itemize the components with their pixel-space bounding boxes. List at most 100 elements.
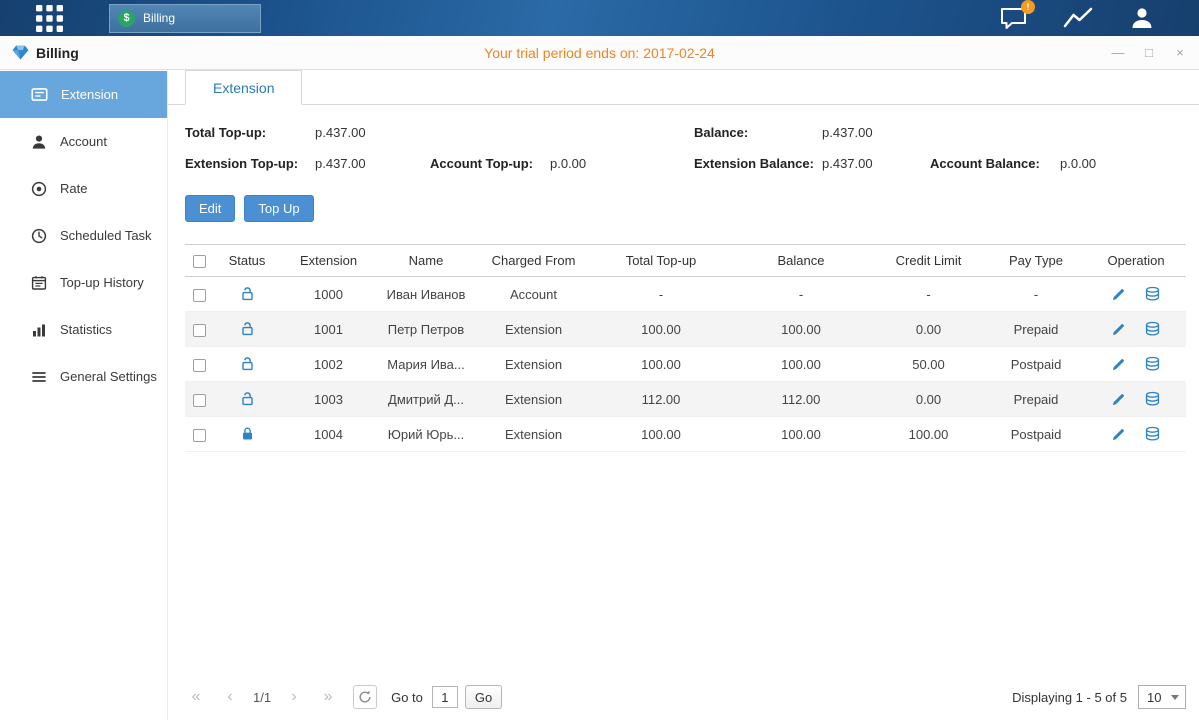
refresh-button[interactable]: [353, 685, 377, 709]
apps-grid-icon[interactable]: [36, 5, 63, 32]
sidebar-item-label: Top-up History: [60, 275, 144, 290]
main-panel: Extension Total Top-up: p.437.00 Balance…: [168, 70, 1199, 720]
goto-page-input[interactable]: [432, 686, 458, 708]
edit-icon[interactable]: [1111, 286, 1126, 302]
edit-icon[interactable]: [1111, 356, 1126, 372]
topup-icon[interactable]: [1144, 426, 1161, 443]
sidebar-item-label: Extension: [61, 87, 118, 102]
account-topup-label: Account Top-up:: [430, 156, 533, 171]
balance-summary: Total Top-up: p.437.00 Balance: p.437.00…: [185, 117, 1186, 195]
lock-open-icon[interactable]: [240, 391, 255, 406]
pay-type-cell: -: [986, 277, 1086, 312]
name-cell: Мария Ива...: [376, 347, 476, 382]
charged-from-cell: Extension: [476, 417, 591, 452]
topup-icon[interactable]: [1144, 391, 1161, 408]
edit-icon[interactable]: [1111, 321, 1126, 337]
pagination-bar: « ‹ 1/1 › » Go to Go Displaying 1 - 5 of…: [185, 684, 1186, 710]
notification-badge: !: [1021, 0, 1035, 14]
credit-limit-cell: 50.00: [871, 347, 986, 382]
topup-button[interactable]: Top Up: [244, 195, 313, 222]
maximize-button[interactable]: □: [1142, 45, 1156, 60]
topup-icon[interactable]: [1144, 286, 1161, 303]
lock-closed-icon[interactable]: [240, 426, 255, 441]
account-icon: [31, 134, 47, 150]
close-button[interactable]: ×: [1173, 45, 1187, 60]
topup-icon[interactable]: [1144, 321, 1161, 338]
credit-limit-cell: 100.00: [871, 417, 986, 452]
clock-icon: [31, 228, 47, 244]
edit-button[interactable]: Edit: [185, 195, 235, 222]
lock-open-icon[interactable]: [240, 356, 255, 371]
edit-icon[interactable]: [1111, 426, 1126, 442]
tabstrip: Extension: [168, 70, 1199, 105]
edit-icon[interactable]: [1111, 391, 1126, 407]
lock-open-icon[interactable]: [240, 286, 255, 301]
sidebar-item-scheduled-task[interactable]: Scheduled Task: [0, 212, 167, 259]
reports-chart-icon[interactable]: [1063, 6, 1093, 30]
row-checkbox[interactable]: [193, 359, 206, 372]
table-row: 1001Петр ПетровExtension100.00100.000.00…: [185, 312, 1186, 347]
last-page-button[interactable]: »: [317, 688, 339, 706]
page-size-select[interactable]: 10: [1138, 685, 1186, 709]
sidebar-item-statistics[interactable]: Statistics: [0, 306, 167, 353]
col-balance: Balance: [731, 245, 871, 277]
billing-gem-icon: [12, 45, 29, 60]
credit-limit-cell: -: [871, 277, 986, 312]
user-account-icon[interactable]: [1129, 5, 1155, 31]
topup-icon[interactable]: [1144, 356, 1161, 373]
charged-from-cell: Extension: [476, 382, 591, 417]
credit-limit-cell: 0.00: [871, 312, 986, 347]
sidebar: Extension Account Rate Scheduled Task To…: [0, 70, 168, 720]
tab-extension[interactable]: Extension: [185, 70, 302, 105]
balance-cell: -: [731, 277, 871, 312]
sidebar-item-topup-history[interactable]: Top-up History: [0, 259, 167, 306]
account-balance-value: p.0.00: [1060, 156, 1096, 171]
charged-from-cell: Account: [476, 277, 591, 312]
extension-topup-label: Extension Top-up:: [185, 156, 298, 171]
trial-notice: Your trial period ends on: 2017-02-24: [0, 45, 1199, 61]
col-operation: Operation: [1086, 245, 1186, 277]
topbar: $ Billing !: [0, 0, 1199, 36]
app-shell: Extension Account Rate Scheduled Task To…: [0, 70, 1199, 720]
app-title-text: Billing: [36, 45, 79, 61]
sidebar-item-extension[interactable]: Extension: [0, 71, 167, 118]
messages-icon[interactable]: !: [1000, 7, 1027, 30]
select-all-checkbox[interactable]: [193, 255, 206, 268]
extension-cell: 1000: [281, 277, 376, 312]
dollar-icon: $: [118, 10, 135, 27]
first-page-button[interactable]: «: [185, 688, 207, 706]
row-checkbox[interactable]: [193, 394, 206, 407]
name-cell: Иван Иванов: [376, 277, 476, 312]
chevron-down-icon: [1171, 695, 1179, 700]
account-balance-label: Account Balance:: [930, 156, 1040, 171]
lock-open-icon[interactable]: [240, 321, 255, 336]
col-total-topup: Total Top-up: [591, 245, 731, 277]
col-extension: Extension: [281, 245, 376, 277]
extension-cell: 1003: [281, 382, 376, 417]
page-indicator: 1/1: [253, 690, 271, 705]
prev-page-button[interactable]: ‹: [219, 688, 241, 706]
go-button[interactable]: Go: [465, 685, 502, 709]
topbar-billing-tab-label: Billing: [143, 11, 175, 25]
row-checkbox[interactable]: [193, 324, 206, 337]
minimize-button[interactable]: —: [1111, 45, 1125, 60]
balance-cell: 100.00: [731, 347, 871, 382]
account-topup-value: p.0.00: [550, 156, 586, 171]
window-titlebar: Billing Your trial period ends on: 2017-…: [0, 36, 1199, 70]
sidebar-item-general-settings[interactable]: General Settings: [0, 353, 167, 400]
sidebar-item-label: General Settings: [60, 369, 157, 384]
row-checkbox[interactable]: [193, 289, 206, 302]
extension-table-body: 1000Иван ИвановAccount----1001Петр Петро…: [185, 277, 1186, 452]
pay-type-cell: Postpaid: [986, 347, 1086, 382]
next-page-button[interactable]: ›: [283, 688, 305, 706]
rate-icon: [31, 181, 47, 197]
topbar-billing-tab[interactable]: $ Billing: [109, 4, 261, 33]
app-title: Billing: [12, 45, 79, 61]
balance-value: p.437.00: [822, 125, 873, 140]
row-checkbox[interactable]: [193, 429, 206, 442]
name-cell: Дмитрий Д...: [376, 382, 476, 417]
sidebar-item-rate[interactable]: Rate: [0, 165, 167, 212]
sidebar-item-account[interactable]: Account: [0, 118, 167, 165]
table-header-row: Status Extension Name Charged From Total…: [185, 245, 1186, 277]
calendar-icon: [31, 275, 47, 291]
